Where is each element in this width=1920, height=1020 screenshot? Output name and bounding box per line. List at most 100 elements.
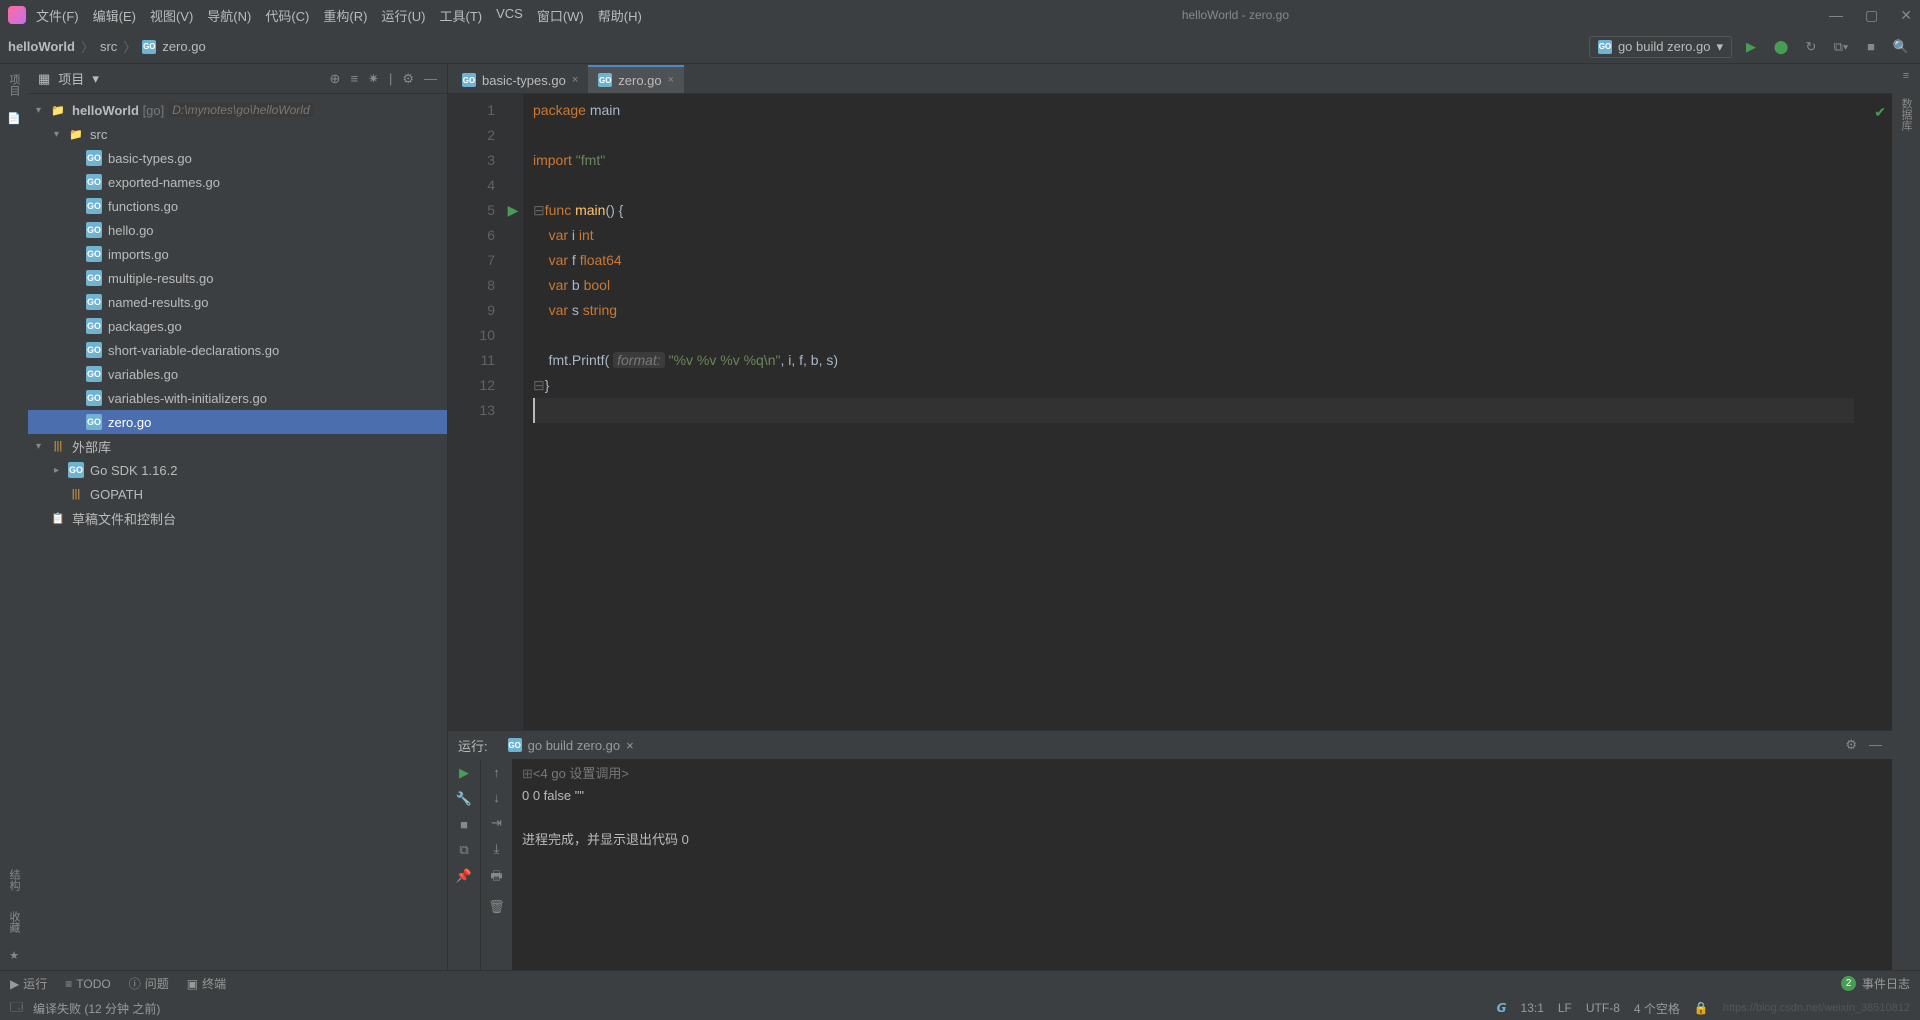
list-icon: ≡ — [65, 977, 72, 991]
editor-tab[interactable]: GObasic-types.go× — [452, 65, 588, 93]
tree-row[interactable]: GOexported-names.go — [28, 170, 447, 194]
menu-item[interactable]: 视图(V) — [150, 6, 193, 25]
tree-row[interactable]: ▾📁helloWorld [go]D:\mynotes\go\helloWorl… — [28, 98, 447, 122]
chevron-down-icon[interactable]: ▾ — [92, 71, 99, 87]
editor-right-strip: ✔ — [1864, 94, 1892, 730]
event-log-tab[interactable]: 事件日志 — [1862, 975, 1910, 992]
tree-row[interactable]: GOnamed-results.go — [28, 290, 447, 314]
tree-arrow-icon: ▾ — [54, 129, 68, 140]
up-icon[interactable]: ↑ — [493, 765, 500, 780]
menu-item[interactable]: 运行(U) — [381, 6, 425, 25]
breadcrumb-folder[interactable]: src — [100, 39, 117, 54]
hide-icon[interactable]: — — [424, 71, 437, 87]
coverage-button[interactable]: ↻ — [1800, 36, 1822, 58]
console-output[interactable]: ⊞<4 go 设置调用> 0 0 false "" 进程完成，并显示退出代码 0 — [512, 759, 1892, 970]
database-tool-tab[interactable]: 数据库 — [1896, 94, 1916, 135]
tree-row[interactable]: ▾|||外部库 — [28, 434, 447, 458]
search-icon[interactable]: 🔍 — [1890, 36, 1912, 58]
down-icon[interactable]: ↓ — [493, 790, 500, 805]
menu-item[interactable]: 文件(F) — [36, 6, 79, 25]
menu-item[interactable]: 重构(R) — [323, 6, 367, 25]
tree-row[interactable]: GOshort-variable-declarations.go — [28, 338, 447, 362]
problems-tool-tab[interactable]: ⓘ问题 — [129, 975, 169, 992]
target-icon[interactable]: ⊕ — [330, 71, 341, 87]
tree-row[interactable]: ▾📁src — [28, 122, 447, 146]
menu-item[interactable]: 编辑(E) — [93, 6, 136, 25]
profile-button[interactable]: ⧉▾ — [1830, 36, 1852, 58]
db-icon[interactable]: ≡ — [1903, 70, 1909, 82]
menu-item[interactable]: 代码(C) — [265, 6, 309, 25]
expand-icon[interactable]: ✷ — [368, 71, 379, 87]
rerun-button[interactable]: ▶ — [459, 765, 469, 781]
tree-row[interactable]: GOhello.go — [28, 218, 447, 242]
hide-icon[interactable]: — — [1869, 737, 1882, 753]
close-icon[interactable]: × — [668, 74, 674, 86]
status-icon: 🗔 — [10, 998, 23, 1019]
breadcrumb-file[interactable]: zero.go — [162, 39, 205, 54]
editor-tab[interactable]: GOzero.go× — [588, 65, 684, 93]
favorites-tool-tab[interactable]: 收藏 — [4, 907, 24, 937]
lock-icon[interactable]: 🔒 — [1694, 1001, 1709, 1015]
run-config-selector[interactable]: GO go build zero.go ▾ — [1589, 36, 1732, 58]
wrench-icon[interactable]: 🔧 — [456, 791, 472, 807]
file-icon[interactable]: 📄 — [7, 112, 21, 125]
menu-item[interactable]: 帮助(H) — [598, 6, 642, 25]
tree-row[interactable]: GOfunctions.go — [28, 194, 447, 218]
tree-row[interactable]: GOzero.go — [28, 410, 447, 434]
tree-label: basic-types.go — [108, 151, 192, 166]
maximize-icon[interactable]: ▢ — [1865, 7, 1878, 24]
editor-body[interactable]: 12345678910111213 ▶ package main import … — [448, 94, 1892, 730]
menu-item[interactable]: VCS — [496, 6, 523, 25]
trash-icon[interactable]: 🗑 — [488, 899, 505, 915]
tree-row[interactable]: GO packages.go — [28, 314, 447, 338]
run-tool-tab[interactable]: ▶运行 — [10, 975, 47, 992]
tree-label: packages.go — [108, 319, 182, 334]
wrap-icon[interactable]: ⇥ — [491, 815, 502, 831]
code-content[interactable]: package main import "fmt" ⊟func main() {… — [523, 94, 1864, 730]
breadcrumb-root[interactable]: helloWorld — [8, 39, 75, 54]
layout-icon[interactable]: ⧉ — [459, 842, 468, 858]
run-button[interactable]: ▶ — [1740, 36, 1762, 58]
charset[interactable]: UTF-8 — [1586, 1001, 1620, 1015]
close-icon[interactable]: ✕ — [1900, 7, 1912, 24]
folder-icon: 📁 — [68, 126, 84, 142]
tree-row[interactable]: 📋草稿文件和控制台 — [28, 506, 447, 530]
stop-button[interactable]: ■ — [460, 817, 468, 832]
menu-item[interactable]: 窗口(W) — [537, 6, 584, 25]
menu-item[interactable]: 工具(T) — [439, 6, 482, 25]
gear-icon[interactable]: ⚙ — [1845, 737, 1857, 753]
project-tool-tab[interactable]: 项目 — [4, 70, 24, 100]
tree-row[interactable]: GObasic-types.go — [28, 146, 447, 170]
scroll-icon[interactable]: ⤓ — [494, 841, 500, 857]
check-icon[interactable]: ✔ — [1874, 100, 1886, 125]
collapse-icon[interactable]: ≡ — [350, 71, 358, 87]
structure-tool-tab[interactable]: 结构 — [4, 865, 24, 895]
print-icon[interactable]: 🖶 — [490, 867, 502, 889]
cursor-position[interactable]: 13:1 — [1521, 1001, 1544, 1015]
terminal-tool-tab[interactable]: ▣终端 — [187, 975, 226, 992]
line-ending[interactable]: LF — [1558, 1001, 1572, 1015]
star-icon[interactable]: ★ — [9, 949, 19, 962]
tree-row[interactable]: GOmultiple-results.go — [28, 266, 447, 290]
tree-row[interactable]: ▸GOGo SDK 1.16.2 — [28, 458, 447, 482]
close-icon[interactable]: × — [572, 74, 578, 86]
terminal-icon: ▣ — [187, 977, 198, 991]
editor-area: GObasic-types.go×GOzero.go× 123456789101… — [448, 64, 1892, 970]
pin-icon[interactable]: 📌 — [456, 868, 472, 884]
stop-button[interactable]: ■ — [1860, 36, 1882, 58]
gear-icon[interactable]: ⚙ — [402, 71, 414, 87]
tree-row[interactable]: GOimports.go — [28, 242, 447, 266]
tree-row[interactable]: GOvariables.go — [28, 362, 447, 386]
run-tab[interactable]: GO go build zero.go × — [500, 734, 642, 757]
close-icon[interactable]: × — [626, 738, 634, 753]
gofile-icon: GO — [86, 318, 102, 334]
minimize-icon[interactable]: — — [1829, 7, 1843, 24]
debug-button[interactable]: ⬤ — [1770, 36, 1792, 58]
info-icon: ⓘ — [129, 975, 141, 992]
todo-tool-tab[interactable]: ≡TODO — [65, 977, 110, 991]
indent[interactable]: 4 个空格 — [1634, 1000, 1680, 1017]
tree-row[interactable]: |||GOPATH — [28, 482, 447, 506]
project-icon: ▦ — [38, 71, 50, 87]
tree-row[interactable]: GOvariables-with-initializers.go — [28, 386, 447, 410]
menu-item[interactable]: 导航(N) — [207, 6, 251, 25]
